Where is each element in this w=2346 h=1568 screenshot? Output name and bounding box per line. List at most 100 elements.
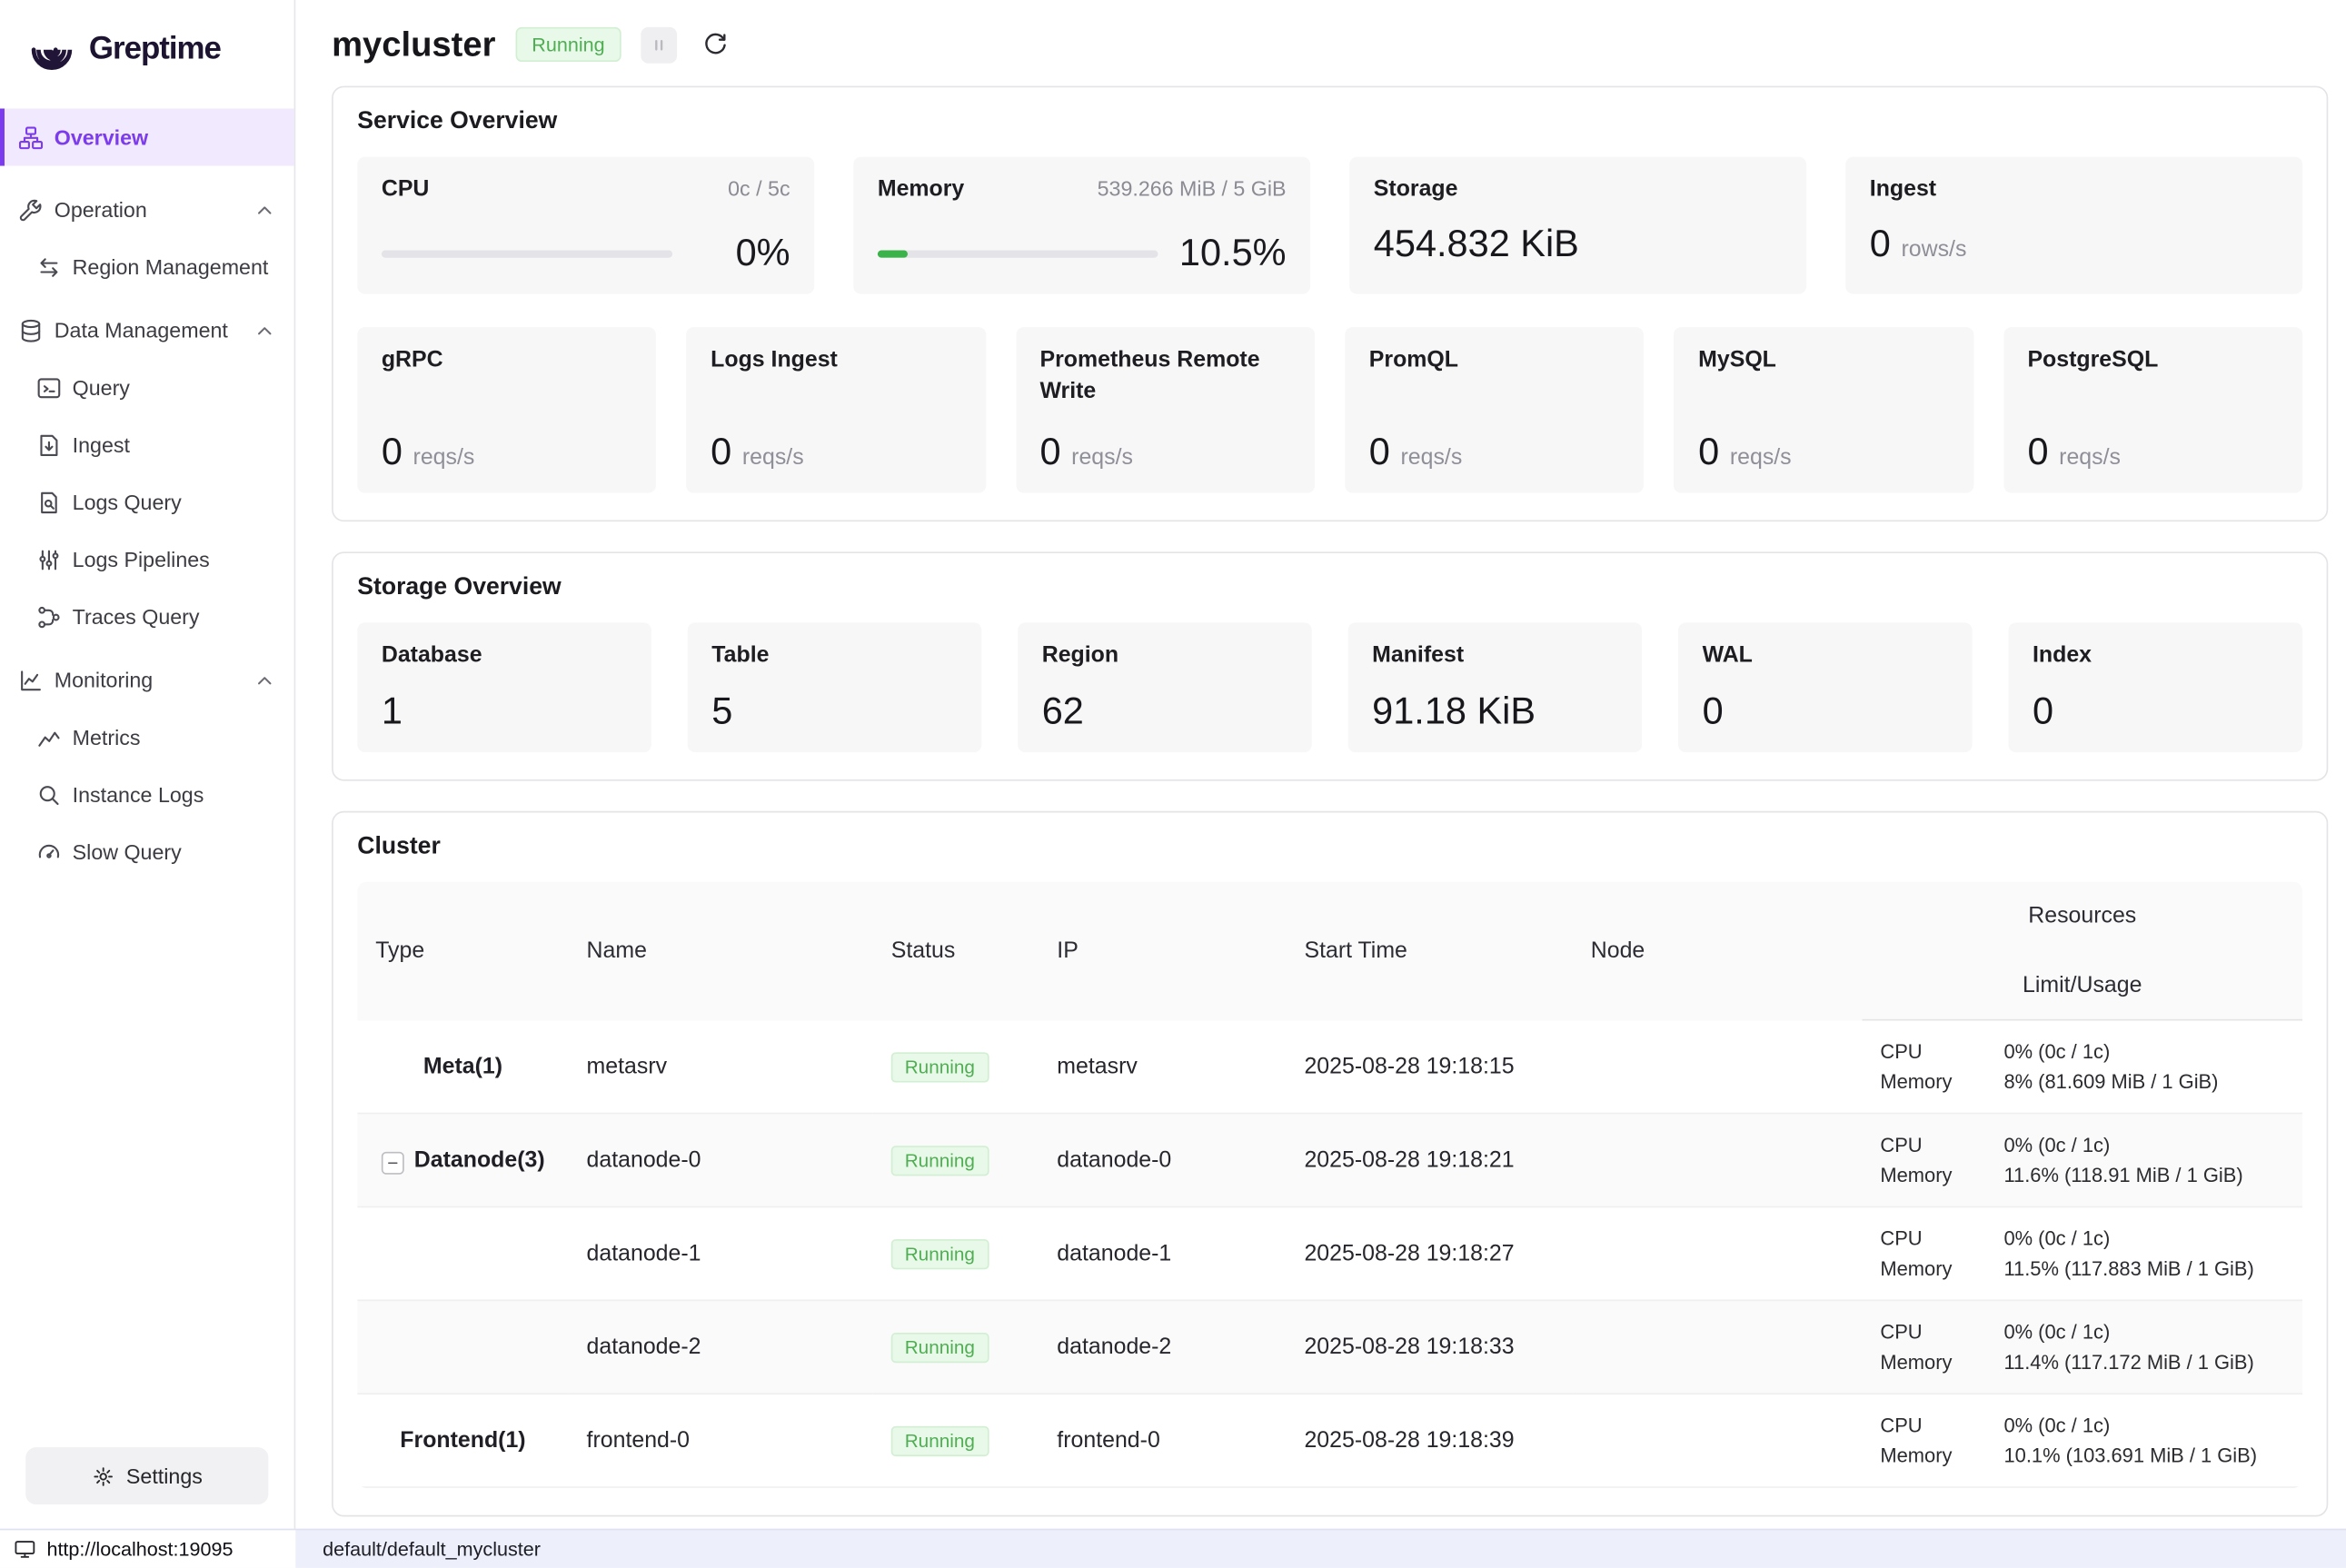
stat-value: 5 <box>711 690 732 733</box>
cell-type: Frontend(1) <box>357 1394 568 1487</box>
sidebar: Greptime Overview Operation <box>0 0 295 1529</box>
sidebar-section-data-management[interactable]: Data Management <box>0 302 294 359</box>
sidebar-item-logs-query[interactable]: Logs Query <box>0 473 294 531</box>
sidebar-item-instance-logs[interactable]: Instance Logs <box>0 766 294 823</box>
cell-name: datanode-1 <box>569 1206 873 1300</box>
stat-value: 91.18 KiB <box>1372 690 1536 733</box>
gauge-icon <box>36 839 62 865</box>
cell-start-time: 2025-08-28 19:18:39 <box>1287 1394 1573 1487</box>
brand-logo[interactable]: Greptime <box>0 15 294 91</box>
sidebar-item-overview[interactable]: Overview <box>0 108 294 165</box>
settings-label: Settings <box>126 1464 203 1488</box>
overview-icon <box>18 124 44 150</box>
protocol-value: 0 <box>382 432 403 475</box>
cell-name: datanode-0 <box>569 1114 873 1207</box>
brand-name: Greptime <box>89 32 221 68</box>
cell-name: frontend-0 <box>569 1394 873 1487</box>
database-path-text: default/default_mycluster <box>323 1538 541 1561</box>
service-overview-title: Service Overview <box>357 108 2302 135</box>
ingest-stat-card: Ingest 0 rows/s <box>1845 157 2302 294</box>
sidebar-item-traces-query[interactable]: Traces Query <box>0 588 294 645</box>
cell-resource-values: 0% (0c / 1c)8% (81.609 MiB / 1 GiB) <box>1986 1020 2302 1114</box>
sidebar-section-operation[interactable]: Operation <box>0 181 294 238</box>
sidebar-section-monitoring[interactable]: Monitoring <box>0 651 294 709</box>
sidebar-item-label: Metrics <box>73 725 141 749</box>
sidebar-item-label: Data Management <box>55 318 228 342</box>
cell-status: Running <box>873 1300 1039 1394</box>
sidebar-item-label: Logs Pipelines <box>73 547 210 571</box>
sidebar-item-metrics[interactable]: Metrics <box>0 709 294 766</box>
sidebar-item-query[interactable]: Query <box>0 359 294 416</box>
sidebar-item-logs-pipelines[interactable]: Logs Pipelines <box>0 531 294 588</box>
swap-arrows-icon <box>36 254 62 280</box>
protocol-label: gRPC <box>382 345 632 376</box>
cell-type: Datanode(3) <box>357 1114 568 1207</box>
cluster-row-datanode-2[interactable]: datanode-2 Running datanode-2 2025-08-28… <box>357 1300 2302 1394</box>
cell-start-time: 2025-08-28 19:18:33 <box>1287 1300 1573 1394</box>
protocol-unit: reqs/s <box>742 445 804 471</box>
logs-search-icon <box>36 490 62 515</box>
row-status-badge: Running <box>891 1239 989 1269</box>
memory-stat-card: Memory 539.266 MiB / 5 GiB 10.5% <box>853 157 1310 294</box>
cluster-table-header: Type Name Status IP Start Time Node Reso… <box>357 881 2302 1020</box>
ingest-label: Ingest <box>1870 175 1936 206</box>
settings-button[interactable]: Settings <box>25 1447 268 1504</box>
cluster-row-datanode-0[interactable]: Datanode(3) datanode-0 Running datanode-… <box>357 1114 2302 1207</box>
pause-refresh-button[interactable] <box>641 26 677 63</box>
sidebar-item-label: Operation <box>55 197 147 222</box>
memory-label: Memory <box>878 175 964 206</box>
index-stat-card: Index 0 <box>2008 623 2302 751</box>
cell-resource-values: 0% (0c / 1c)11.5% (117.883 MiB / 1 GiB) <box>1986 1206 2302 1300</box>
protocol-unit: reqs/s <box>1730 445 1792 471</box>
cell-ip: datanode-2 <box>1039 1300 1286 1394</box>
cell-name: datanode-2 <box>569 1300 873 1394</box>
postgresql-stat-card: PostgreSQL 0reqs/s <box>2003 328 2302 494</box>
gear-icon <box>92 1464 114 1487</box>
region-stat-card: Region 62 <box>1018 623 1312 751</box>
cell-start-time: 2025-08-28 19:18:15 <box>1287 1020 1573 1114</box>
cluster-row-metasrv[interactable]: Meta(1) metasrv Running metasrv 2025-08-… <box>357 1020 2302 1114</box>
cluster-row-datanode-1[interactable]: datanode-1 Running datanode-1 2025-08-28… <box>357 1206 2302 1300</box>
table-stat-card: Table 5 <box>688 623 982 751</box>
storage-value: 454.832 KiB <box>1374 223 1579 267</box>
protocol-label: MySQL <box>1698 345 1949 376</box>
refresh-button[interactable] <box>697 26 733 63</box>
cluster-row-frontend-0[interactable]: Frontend(1) frontend-0 Running frontend-… <box>357 1394 2302 1487</box>
protocol-stats-row: gRPC 0reqs/s Logs Ingest 0reqs/s Prometh… <box>357 328 2302 494</box>
wrench-icon <box>18 197 44 223</box>
protocol-label: Prometheus Remote Write <box>1039 345 1290 406</box>
database-path: default/default_mycluster <box>295 1530 541 1567</box>
protocol-label: PromQL <box>1369 345 1620 376</box>
storage-overview-title: Storage Overview <box>357 575 2302 602</box>
cpu-label: CPU <box>382 175 430 206</box>
cell-start-time: 2025-08-28 19:18:21 <box>1287 1114 1573 1207</box>
column-header-type: Type <box>357 881 568 1020</box>
cluster-status-badge: Running <box>515 26 621 62</box>
cluster-table: Type Name Status IP Start Time Node Reso… <box>357 881 2302 1488</box>
protocol-unit: reqs/s <box>1071 445 1133 471</box>
traces-branch-icon <box>36 604 62 630</box>
minus-icon <box>385 1156 399 1169</box>
cluster-header: mycluster Running <box>332 18 2328 86</box>
cell-status: Running <box>873 1394 1039 1487</box>
sidebar-item-ingest[interactable]: Ingest <box>0 416 294 473</box>
prometheus-remote-write-stat-card: Prometheus Remote Write 0reqs/s <box>1016 328 1315 494</box>
memory-progress-bar <box>878 251 1158 258</box>
cluster-title: Cluster <box>357 833 2302 860</box>
connection-url[interactable]: http://localhost:19095 <box>0 1530 295 1567</box>
cell-resource-labels: CPUMemory <box>1862 1394 1985 1487</box>
collapse-datanode-button[interactable] <box>381 1151 403 1174</box>
sidebar-item-region-management[interactable]: Region Management <box>0 238 294 295</box>
column-header-name: Name <box>569 881 873 1020</box>
sidebar-item-slow-query[interactable]: Slow Query <box>0 823 294 880</box>
cell-node <box>1573 1020 1863 1114</box>
protocol-label: PostgreSQL <box>2027 345 2278 376</box>
sidebar-item-label: Slow Query <box>73 839 182 864</box>
cpu-progress-bar <box>382 251 672 258</box>
row-status-badge: Running <box>891 1146 989 1176</box>
cell-type <box>357 1206 568 1300</box>
chevron-up-icon <box>253 319 276 342</box>
cell-ip: datanode-0 <box>1039 1114 1286 1207</box>
protocol-value: 0 <box>1369 432 1390 475</box>
main-content: mycluster Running Service Overview <box>295 0 2346 1529</box>
